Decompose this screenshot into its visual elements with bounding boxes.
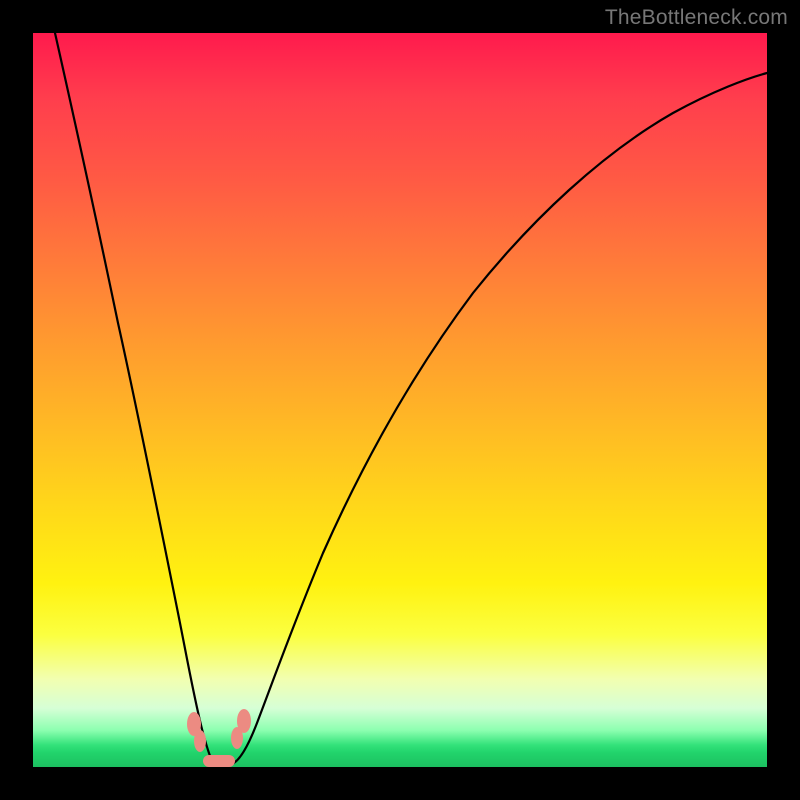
watermark-label: TheBottleneck.com <box>605 6 788 30</box>
valley-right-marker-2 <box>231 727 243 749</box>
valley-left-marker-2 <box>194 730 206 752</box>
plot-area <box>33 33 767 767</box>
valley-markers <box>187 709 251 767</box>
curve-layer <box>33 33 767 767</box>
chart-frame: TheBottleneck.com <box>0 0 800 800</box>
valley-floor-marker <box>203 755 235 767</box>
bottleneck-curve <box>55 33 767 766</box>
